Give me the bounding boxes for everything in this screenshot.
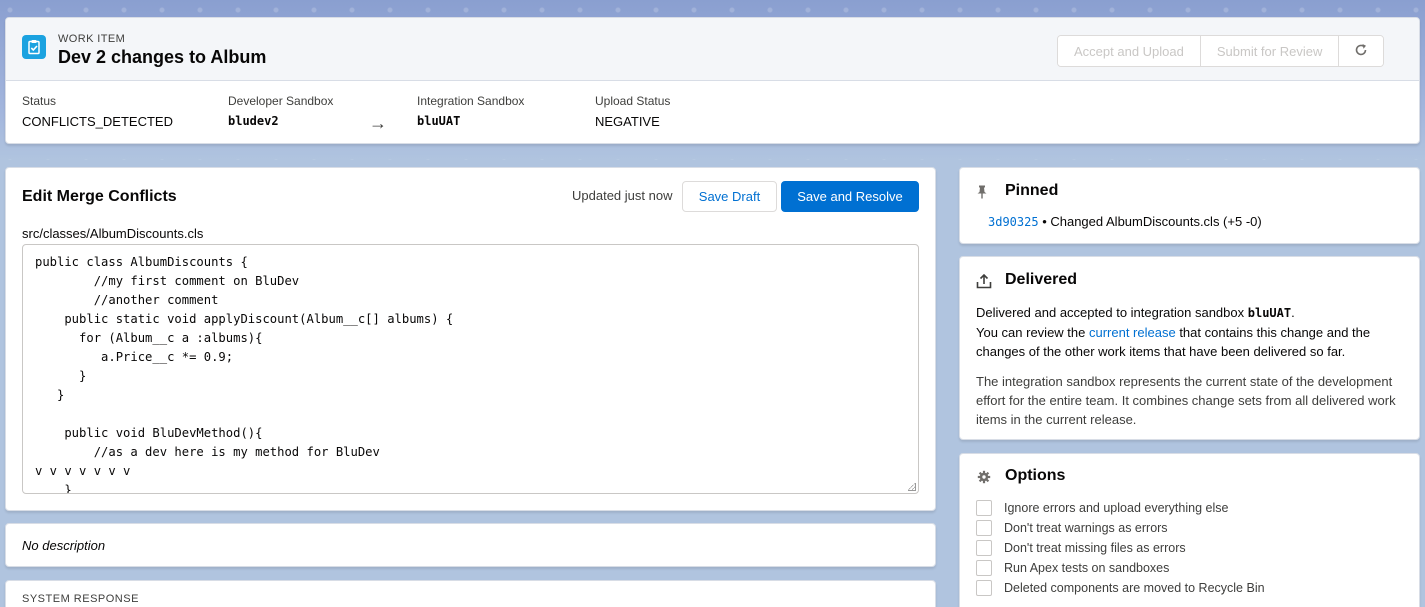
description-text: No description xyxy=(22,538,106,553)
developer-sandbox-field: Developer Sandbox bludev2 xyxy=(228,94,333,128)
upload-status-label: Upload Status xyxy=(595,94,671,108)
code-line: a.Price__c *= 0.9; xyxy=(35,350,234,364)
delivered-line1-prefix: Delivered and accepted to integration sa… xyxy=(976,305,1248,320)
upload-status-field: Upload Status NEGATIVE xyxy=(595,94,670,129)
option-checkbox[interactable] xyxy=(976,520,992,536)
header-button-group: Accept and Upload Submit for Review xyxy=(1057,35,1385,67)
option-label: Don't treat missing files as errors xyxy=(1004,541,1186,555)
option-item[interactable]: Deleted components are moved to Recycle … xyxy=(976,578,1265,598)
integration-sandbox-label: Integration Sandbox xyxy=(417,94,525,108)
save-resolve-button[interactable]: Save and Resolve xyxy=(781,181,919,212)
delivered-text: Delivered and accepted to integration sa… xyxy=(976,303,1406,429)
clipboard-check-icon xyxy=(22,35,46,59)
code-line: public static void applyDiscount(Album__… xyxy=(35,312,454,326)
delivered-line2-prefix: You can review the xyxy=(976,325,1089,340)
code-line: //my first comment on BluDev xyxy=(35,274,300,288)
status-label: Status xyxy=(22,94,57,108)
option-checkbox[interactable] xyxy=(976,540,992,556)
status-value: CONFLICTS_DETECTED xyxy=(22,114,173,129)
code-line: for (Album__c a :albums){ xyxy=(35,331,263,345)
upload-icon xyxy=(976,273,992,292)
submit-review-button[interactable]: Submit for Review xyxy=(1200,36,1340,66)
code-line: v v v v v v v xyxy=(35,464,131,478)
delivered-paragraph-1: Delivered and accepted to integration sa… xyxy=(976,303,1406,361)
delivered-card: Delivered Delivered and accepted to inte… xyxy=(959,256,1420,440)
delivered-paragraph-2: The integration sandbox represents the c… xyxy=(976,374,1396,427)
code-line: //as a dev here is my method for BluDev xyxy=(35,445,380,459)
upload-status-value: NEGATIVE xyxy=(595,114,660,129)
delivered-sandbox: bluUAT xyxy=(1247,306,1292,320)
options-card: Options Ignore errors and upload everyth… xyxy=(959,453,1420,607)
developer-sandbox-value: bludev2 xyxy=(228,114,279,128)
code-line: } xyxy=(35,388,65,402)
options-list: Ignore errors and upload everything else… xyxy=(976,498,1265,598)
header-fields: Status CONFLICTS_DETECTED Developer Sand… xyxy=(6,81,1419,143)
option-item[interactable]: Don't treat warnings as errors xyxy=(976,518,1265,538)
pinned-card: Pinned 3d90325 • Changed AlbumDiscounts.… xyxy=(959,167,1420,244)
developer-sandbox-label: Developer Sandbox xyxy=(228,94,334,108)
resize-handle[interactable] xyxy=(908,483,916,491)
gear-icon xyxy=(977,470,991,487)
arrow-right-icon: → xyxy=(369,113,387,133)
system-response-card: SYSTEM RESPONSE xyxy=(5,580,936,607)
pin-icon xyxy=(976,185,988,202)
option-item[interactable]: Run Apex tests on sandboxes xyxy=(976,558,1265,578)
merge-conflicts-title: Edit Merge Conflicts xyxy=(22,188,177,205)
integration-sandbox-field: Integration Sandbox bluUAT xyxy=(417,94,524,128)
integration-sandbox-value: bluUAT xyxy=(417,114,461,128)
current-release-link[interactable]: current release xyxy=(1089,325,1176,340)
work-item-header: WORK ITEM Dev 2 changes to Album Accept … xyxy=(5,17,1420,144)
option-checkbox[interactable] xyxy=(976,580,992,596)
option-checkbox[interactable] xyxy=(976,500,992,516)
option-checkbox[interactable] xyxy=(976,560,992,576)
file-path: src/classes/AlbumDiscounts.cls xyxy=(22,226,204,241)
header-label: WORK ITEM xyxy=(58,33,126,45)
code-line: } xyxy=(35,369,87,383)
status-field: Status CONFLICTS_DETECTED xyxy=(22,94,173,129)
code-line: } xyxy=(35,483,72,494)
merge-conflicts-card: Edit Merge Conflicts Updated just now Sa… xyxy=(5,167,936,511)
header-top: WORK ITEM Dev 2 changes to Album Accept … xyxy=(6,18,1419,81)
pinned-title: Pinned xyxy=(1005,182,1059,199)
commit-hash-link[interactable]: 3d90325 xyxy=(988,215,1039,229)
option-label: Deleted components are moved to Recycle … xyxy=(1004,581,1265,595)
option-item[interactable]: Ignore errors and upload everything else xyxy=(976,498,1265,518)
option-label: Ignore errors and upload everything else xyxy=(1004,501,1229,515)
code-line: //another comment xyxy=(35,293,219,307)
pinned-commit: 3d90325 • Changed AlbumDiscounts.cls (+5… xyxy=(988,214,1262,229)
code-line: public class AlbumDiscounts { xyxy=(35,255,248,269)
refresh-icon xyxy=(1354,43,1368,60)
system-response-label: SYSTEM RESPONSE xyxy=(22,593,139,605)
code-line: public void BluDevMethod(){ xyxy=(35,426,263,440)
page-title: Dev 2 changes to Album xyxy=(58,47,267,67)
code-editor[interactable]: public class AlbumDiscounts { //my first… xyxy=(22,244,919,494)
refresh-button[interactable] xyxy=(1339,36,1384,66)
option-label: Run Apex tests on sandboxes xyxy=(1004,561,1170,575)
delivered-title: Delivered xyxy=(1005,271,1078,288)
delivered-line1-suffix: . xyxy=(1291,305,1295,320)
accept-upload-button[interactable]: Accept and Upload xyxy=(1058,36,1201,66)
commit-message: • Changed AlbumDiscounts.cls (+5 -0) xyxy=(1038,214,1262,229)
options-title: Options xyxy=(1005,467,1066,484)
save-draft-button[interactable]: Save Draft xyxy=(682,181,777,212)
option-label: Don't treat warnings as errors xyxy=(1004,521,1168,535)
description-card: No description xyxy=(5,523,936,567)
updated-status: Updated just now xyxy=(572,188,673,203)
option-item[interactable]: Don't treat missing files as errors xyxy=(976,538,1265,558)
